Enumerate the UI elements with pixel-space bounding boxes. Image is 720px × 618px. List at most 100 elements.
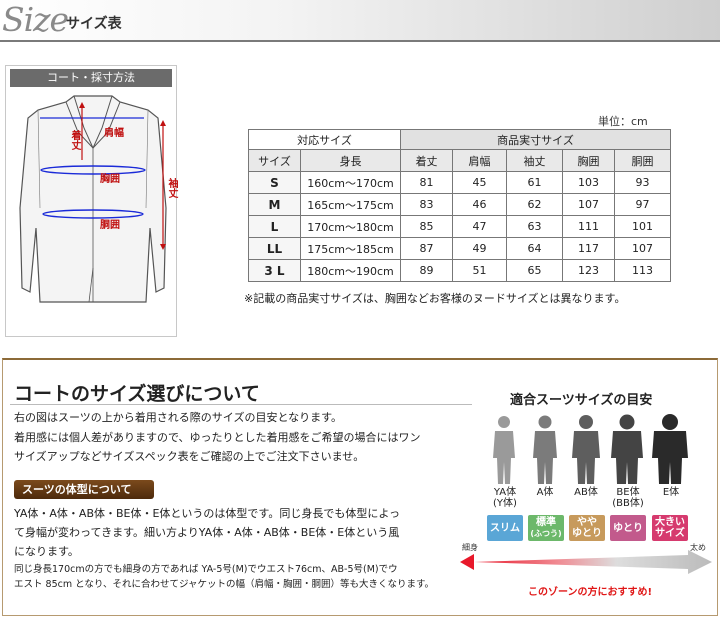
table-header-row: サイズ 身長 着丈 肩幅 袖丈 胸囲 胴囲 [248, 149, 671, 172]
guide-paragraph-line: 着用感には個人差がありますので、ゆったりとした着用感をご希望の場合にはワン [14, 431, 421, 444]
person-figure-icon [493, 416, 515, 484]
col-header: 胸囲 [562, 149, 615, 172]
table-row: LL 175cm〜185cm 87 49 64 117 107 [248, 237, 671, 260]
table-row: S 160cm〜170cm 81 45 61 103 93 [248, 171, 671, 194]
fit-tag-standard: 標準 (ふつう) [528, 515, 564, 541]
value-cell: 63 [506, 215, 563, 238]
value-cell: 85 [400, 215, 453, 238]
value-cell: 101 [614, 215, 671, 238]
person-figure-icon [652, 414, 688, 484]
scale-label-wide: 太め [690, 543, 706, 552]
table-note: ※記載の商品実寸サイズは、胸囲などお客様のヌードサイズとは異なります。 [244, 292, 626, 305]
fit-tag-text: スリム [490, 522, 520, 534]
fit-tag-subtext: (ふつう) [530, 529, 562, 538]
guide-title-divider [10, 404, 472, 405]
figure-label-ab: AB体 [568, 487, 604, 498]
fit-tag-text: ゆとり [613, 522, 643, 534]
table-row: M 165cm〜175cm 83 46 62 107 97 [248, 193, 671, 216]
value-cell: 64 [506, 237, 563, 260]
figure-type: E体 [662, 487, 680, 498]
diagram-title: コート・採寸方法 [10, 69, 172, 87]
col-header: 着丈 [400, 149, 453, 172]
header-subtitle: サイズ表 [66, 16, 122, 32]
size-cell: 3 L [248, 259, 301, 282]
value-cell: 83 [400, 193, 453, 216]
value-cell: 81 [400, 171, 453, 194]
fit-tag-roomy: ゆとり [610, 515, 646, 541]
value-cell: 65 [506, 259, 563, 282]
figure-type-sub: (BB体) [612, 498, 644, 509]
value-cell: 51 [452, 259, 507, 282]
value-cell: 107 [614, 237, 671, 260]
value-cell: 93 [614, 171, 671, 194]
header-divider [0, 40, 720, 42]
body-type-paragraph-line: YA体・A体・AB体・BE体・E体というのは体型です。同じ身長でも体型によっ [14, 507, 401, 520]
sleeve-label: 袖丈 [166, 178, 177, 198]
fit-tag-text: 標準 [536, 517, 556, 528]
group-header-corresponding: 対応サイズ [248, 129, 401, 150]
value-cell: 89 [400, 259, 453, 282]
length-label: 着丈 [69, 130, 80, 150]
table-row: L 170cm〜180cm 85 47 63 111 101 [248, 215, 671, 238]
chest-label: 胸囲 [100, 174, 120, 185]
height-cell: 160cm〜170cm [300, 171, 401, 194]
scale-label-slim: 細身 [462, 543, 478, 552]
value-cell: 111 [562, 215, 615, 238]
col-header: 肩幅 [452, 149, 507, 172]
fit-scale-arrow [460, 550, 712, 574]
height-cell: 165cm〜175cm [300, 193, 401, 216]
value-cell: 113 [614, 259, 671, 282]
body-type-paragraph-line: になります。 [14, 545, 79, 558]
page-header: Size サイズ表 [0, 0, 720, 40]
figure-type-sub: (Y体) [493, 498, 517, 509]
example-paragraph-line: エスト 85cm となり、それに合わせてジャケットの幅（肩幅・胸囲・胴囲）等も大… [14, 579, 435, 590]
value-cell: 61 [506, 171, 563, 194]
value-cell: 49 [452, 237, 507, 260]
height-cell: 170cm〜180cm [300, 215, 401, 238]
fit-tag-slim: スリム [487, 515, 523, 541]
group-header-actual: 商品実寸サイズ [400, 129, 671, 150]
size-table: 対応サイズ 商品実寸サイズ サイズ 身長 着丈 肩幅 袖丈 胸囲 胴囲 S 16… [248, 129, 671, 282]
person-figure-icon [611, 414, 643, 484]
col-header: 身長 [300, 149, 401, 172]
person-figure-icon [533, 415, 557, 484]
guide-paragraph-line: 右の図はスーツの上から着用される際のサイズの目安となります。 [14, 411, 343, 424]
fit-tag-subtext: ゆとり [572, 528, 602, 539]
col-header: 胴囲 [614, 149, 671, 172]
recommendation-text: このゾーンの方におすすめ! [528, 587, 653, 598]
figure-type: BE体 [616, 487, 640, 498]
value-cell: 117 [562, 237, 615, 260]
value-cell: 47 [452, 215, 507, 238]
col-header: 袖丈 [506, 149, 563, 172]
value-cell: 123 [562, 259, 615, 282]
waist-label: 胴囲 [100, 220, 120, 231]
table-row: 3 L 180cm〜190cm 89 51 65 123 113 [248, 259, 671, 282]
value-cell: 107 [562, 193, 615, 216]
figure-type: YA体 [493, 487, 517, 498]
figures-title: 適合スーツサイズの目安 [510, 393, 653, 408]
value-cell: 103 [562, 171, 615, 194]
size-cell: L [248, 215, 301, 238]
coat-illustration [19, 95, 167, 303]
figure-label-be: BE体 (BB体) [609, 487, 647, 509]
fit-tag-slightly-roomy: やや ゆとり [569, 515, 605, 541]
height-cell: 175cm〜185cm [300, 237, 401, 260]
value-cell: 46 [452, 193, 507, 216]
body-type-paragraph-line: て身幅が変わってきます。細い方よりYA体・A体・AB体・BE体・E体という風 [14, 526, 400, 539]
col-header: サイズ [248, 149, 301, 172]
figure-label-ya: YA体 (Y体) [488, 487, 522, 509]
fit-tag-text: 大きい [655, 517, 685, 528]
shoulder-label: 肩幅 [104, 128, 124, 139]
example-paragraph-line: 同じ身長170cmの方でも細身の方であれば YA-5号(M)でウエスト76cm、… [14, 564, 398, 575]
fit-tag-subtext: サイズ [655, 528, 685, 539]
fit-tag-text: やや [577, 517, 597, 528]
size-cell: S [248, 171, 301, 194]
figure-label-a: A体 [528, 487, 562, 498]
coat-measurement-diagram: コート・採寸方法 着丈 肩幅 胸囲 胴囲 袖丈 [5, 65, 177, 337]
guide-paragraph-line: サイズアップなどサイズスペック表をご確認の上でご注文下さいませ。 [14, 450, 365, 463]
figure-label-e: E体 [652, 487, 690, 498]
figure-type: A体 [536, 487, 554, 498]
unit-label: 単位：cm [598, 115, 648, 128]
person-figure-icon [572, 415, 600, 484]
value-cell: 87 [400, 237, 453, 260]
